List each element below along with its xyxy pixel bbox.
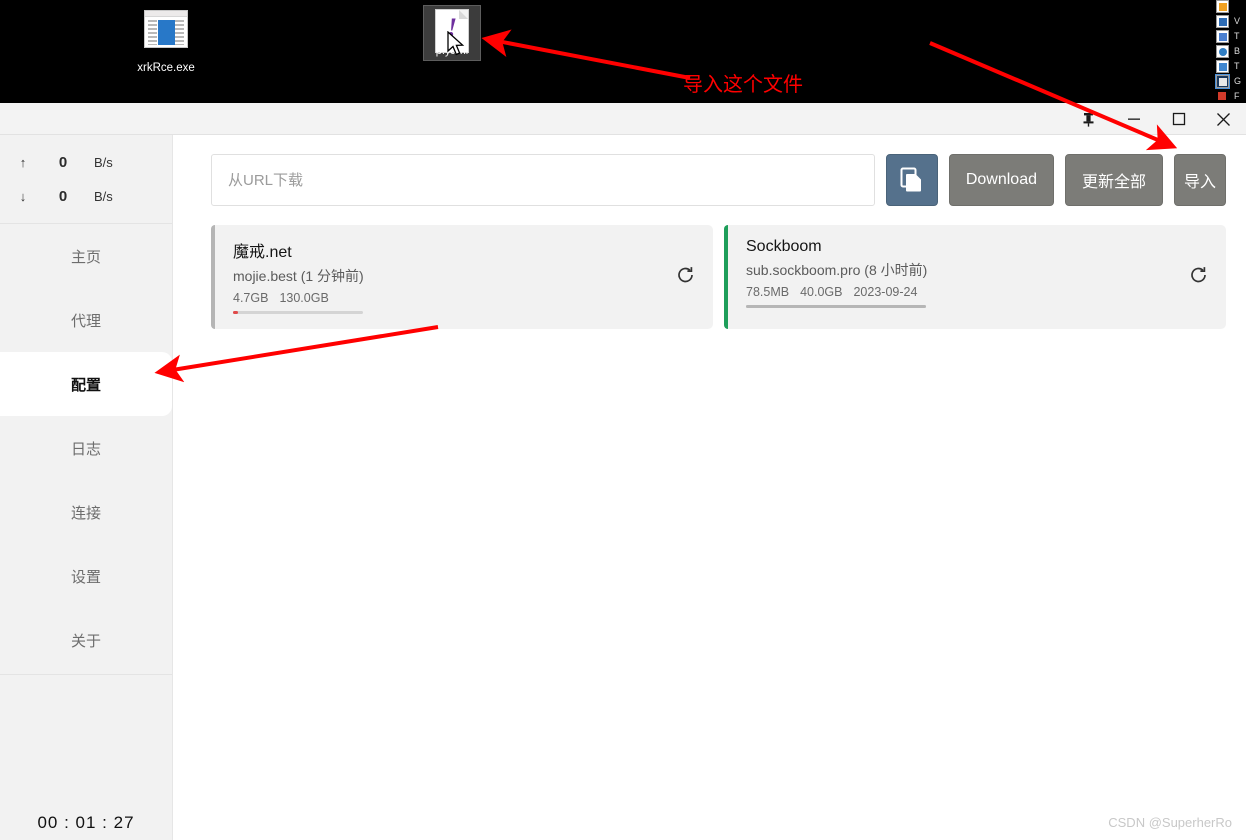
copy-icon [900, 167, 921, 192]
url-input[interactable] [211, 154, 875, 206]
refresh-icon[interactable] [676, 266, 695, 289]
sidebar-divider-bottom [0, 674, 172, 675]
desktop-mini-label: G [1234, 76, 1242, 86]
download-speed-value: 0 [58, 187, 68, 205]
desktop-icon-yaml[interactable]: ! p.yaml [423, 5, 481, 61]
download-speed-row: ↓ 0 B/s [0, 179, 172, 213]
speed-stats: ↑ 0 B/s ↓ 0 B/s [0, 135, 172, 221]
desktop-mini-label: B [1234, 46, 1241, 56]
profile-accent-bar [724, 225, 728, 329]
desktop-icon-label: xrkRce.exe [137, 62, 195, 74]
upload-speed-row: ↑ 0 B/s [0, 145, 172, 179]
paste-from-clipboard-button[interactable] [885, 154, 938, 206]
profile-meta: 78.5MB 40.0GB 2023-09-24 [746, 285, 1208, 299]
annotation-import-file-text: 导入这个文件 [683, 74, 803, 96]
profile-title: 魔戒.net [233, 244, 292, 261]
desktop-mini-label: T [1234, 61, 1240, 71]
sidebar-item-connections[interactable]: 连接 [0, 480, 172, 544]
profile-title: Sockboom [746, 238, 822, 255]
profile-card[interactable]: Sockboom sub.sockboom.pro (8 小时前) 78.5MB… [724, 225, 1226, 329]
profile-meta: 4.7GB 130.0GB [233, 291, 695, 305]
desktop-mini-icon[interactable] [1215, 74, 1230, 89]
profile-usage-bar [233, 311, 363, 314]
import-button[interactable]: 导入 [1174, 154, 1226, 206]
minimize-icon [1127, 118, 1140, 120]
profile-list: 魔戒.net mojie.best (1 分钟前) 4.7GB 130.0GB [173, 206, 1246, 329]
profile-expire: 2023-09-24 [853, 285, 918, 299]
profile-used: 78.5MB [746, 285, 790, 299]
desktop-mini-label: F [1234, 91, 1240, 101]
desktop-right-icon-strip: V T B T G F [1212, 0, 1246, 103]
sidebar-nav: 主页 代理 配置 日志 连接 设置 关于 [0, 224, 172, 840]
uptime-timer: 00 : 01 : 27 [37, 813, 135, 832]
desktop-mini-label: T [1234, 31, 1240, 41]
sidebar-item-home[interactable]: 主页 [0, 224, 172, 288]
profile-accent-bar [211, 225, 215, 329]
sidebar-item-label: 连接 [70, 504, 101, 522]
profile-usage-fill [233, 311, 239, 314]
maximize-button[interactable] [1156, 103, 1201, 135]
profile-usage-bar [746, 305, 926, 308]
window-body: ↑ 0 B/s ↓ 0 B/s 主页 代理 配置 日志 连接 设置 关于 00 … [0, 135, 1246, 840]
close-icon [1217, 112, 1230, 126]
profile-usage-fill [746, 305, 926, 308]
upload-arrow-icon: ↑ [19, 154, 27, 170]
pin-button[interactable] [1066, 103, 1111, 135]
watermark: CSDN @SuperherRo [1108, 815, 1232, 830]
sidebar-item-label: 主页 [70, 248, 101, 266]
profile-total: 130.0GB [279, 291, 329, 305]
desktop-mini-icon[interactable] [1216, 30, 1229, 43]
screen: xrkRce.exe ! p.yaml V T B T G F ↑ 0 B/s … [0, 0, 1246, 840]
pin-icon [1083, 112, 1094, 127]
desktop-icon-exe[interactable]: xrkRce.exe [118, 6, 214, 74]
download-button-label: Download [965, 171, 1037, 188]
sidebar-item-label: 设置 [70, 568, 101, 586]
download-arrow-icon: ↓ [19, 188, 27, 204]
window-controls [1066, 103, 1246, 135]
sidebar-item-about[interactable]: 关于 [0, 608, 172, 672]
window-titlebar [0, 103, 1246, 135]
import-button-label: 导入 [1183, 174, 1216, 191]
exe-icon [142, 10, 190, 58]
desktop-mini-icon[interactable] [1216, 60, 1229, 73]
maximize-icon [1172, 112, 1185, 126]
profile-subtitle: mojie.best (1 分钟前) [233, 268, 364, 284]
profile-used: 4.7GB [233, 291, 269, 305]
sidebar-item-label: 配置 [70, 376, 101, 394]
refresh-icon[interactable] [1189, 266, 1208, 289]
desktop-mini-icon[interactable] [1216, 0, 1229, 13]
profile-total: 40.0GB [800, 285, 843, 299]
profile-subtitle: sub.sockboom.pro (8 小时前) [746, 262, 928, 278]
toolbar: Download 更新全部 导入 [173, 135, 1246, 206]
desktop-mini-icon[interactable] [1216, 90, 1229, 103]
main-content: Download 更新全部 导入 魔戒.net mojie.best (1 分钟… [173, 135, 1246, 840]
sidebar-item-proxy[interactable]: 代理 [0, 288, 172, 352]
desktop-mini-icon[interactable] [1216, 15, 1229, 28]
sidebar-item-logs[interactable]: 日志 [0, 416, 172, 480]
minimize-button[interactable] [1111, 103, 1156, 135]
download-button[interactable]: Download [948, 154, 1054, 206]
update-all-button-label: 更新全部 [1081, 174, 1146, 191]
desktop-background: xrkRce.exe ! p.yaml V T B T G F [0, 0, 1246, 103]
sidebar-item-settings[interactable]: 设置 [0, 544, 172, 608]
sidebar-item-label: 代理 [70, 312, 101, 330]
upload-speed-unit: B/s [94, 154, 113, 170]
close-button[interactable] [1201, 103, 1246, 135]
download-speed-unit: B/s [94, 188, 113, 204]
application-window: ↑ 0 B/s ↓ 0 B/s 主页 代理 配置 日志 连接 设置 关于 00 … [0, 103, 1246, 840]
sidebar-item-label: 日志 [70, 440, 101, 458]
desktop-mini-label: V [1234, 16, 1241, 26]
update-all-button[interactable]: 更新全部 [1064, 154, 1163, 206]
sidebar-item-label: 关于 [70, 632, 101, 650]
sidebar: ↑ 0 B/s ↓ 0 B/s 主页 代理 配置 日志 连接 设置 关于 00 … [0, 135, 173, 840]
upload-speed-value: 0 [58, 153, 68, 171]
sidebar-item-profiles[interactable]: 配置 [0, 352, 172, 416]
profile-card[interactable]: 魔戒.net mojie.best (1 分钟前) 4.7GB 130.0GB [211, 225, 713, 329]
desktop-mini-icon[interactable] [1216, 45, 1229, 58]
